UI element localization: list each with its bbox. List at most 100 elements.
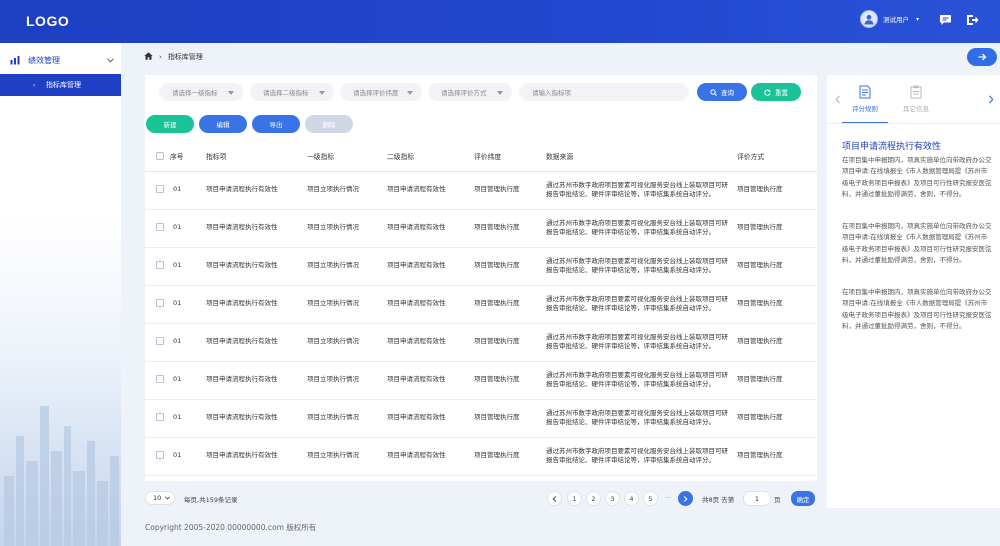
cell-item: 项目申请流程执行有效性 xyxy=(206,171,307,210)
cell-level2: 项目申请流程有效性 xyxy=(387,209,474,248)
add-button[interactable]: 新建 xyxy=(146,115,194,133)
user-menu[interactable]: 测试用户 ▾ xyxy=(860,10,919,28)
table-row[interactable]: 01 项目申请流程执行有效性 项目立项执行情况 项目申请流程有效性 项目管理执行… xyxy=(145,285,817,324)
sidebar: 绩效管理 › 指标库管理 xyxy=(0,43,121,546)
sidebar-group-label: 绩效管理 xyxy=(28,55,60,65)
col-item: 指标项 xyxy=(206,141,307,172)
page-3-button[interactable]: 3 xyxy=(605,491,620,506)
dimension-select-placeholder: 请选择评价纬度 xyxy=(353,89,399,97)
tab-other-info[interactable]: 其它信息 xyxy=(893,85,939,123)
col-level2: 二级指标 xyxy=(387,141,474,172)
table-row[interactable]: 01 项目申请流程执行有效性 项目立项执行情况 项目申请流程有效性 项目管理执行… xyxy=(145,437,817,476)
table-row[interactable]: 01 项目申请流程执行有效性 项目立项执行情况 项目申请流程有效性 项目管理执行… xyxy=(145,171,817,210)
cell-method: 项目管理执行度 xyxy=(737,361,817,400)
sidebar-group-performance[interactable]: 绩效管理 xyxy=(0,51,121,69)
cell-level1: 项目立项执行情况 xyxy=(307,323,387,362)
cell-item: 项目申请流程执行有效性 xyxy=(206,399,307,438)
cell-method: 项目管理执行度 xyxy=(737,285,817,324)
chat-icon[interactable] xyxy=(938,13,952,27)
reset-button[interactable]: 重置 xyxy=(751,83,801,101)
breadcrumb-current: 指标库管理 xyxy=(167,53,203,61)
copyright: Copyright 2005-2020 00000000.com 版权所有 xyxy=(145,523,317,532)
cell-index: 01 xyxy=(170,247,206,286)
breadcrumb-separator: › xyxy=(159,53,162,61)
chevron-right-icon[interactable] xyxy=(988,95,994,106)
cell-level2: 项目申请流程有效性 xyxy=(387,399,474,438)
level2-select[interactable]: 请选择二级指标 xyxy=(250,83,334,101)
row-checkbox[interactable] xyxy=(156,261,164,270)
cell-index: 01 xyxy=(170,209,206,248)
chevron-left-icon[interactable] xyxy=(835,95,841,106)
tab-label: 其它信息 xyxy=(903,105,929,113)
row-checkbox[interactable] xyxy=(156,337,164,346)
cell-item: 项目申请流程执行有效性 xyxy=(206,323,307,362)
select-all-checkbox[interactable] xyxy=(156,151,164,160)
refresh-icon xyxy=(764,88,771,96)
row-checkbox[interactable] xyxy=(156,223,164,232)
search-input[interactable]: 请输入指标项 xyxy=(519,83,689,101)
cell-source: 通过苏州市数字政府项目要素可视化服务安台线上装取项目可研报告审批结论、硬件评审结… xyxy=(546,361,737,400)
cell-item: 项目申请流程执行有效性 xyxy=(206,361,307,400)
logout-icon[interactable] xyxy=(965,13,979,27)
right-panel: 评分规则 其它信息 项目申请流程执行有效性 在项目集中申报期内，项真实施单位向带… xyxy=(827,75,1000,508)
tab-scoring-rules[interactable]: 评分规则 xyxy=(842,85,888,123)
col-dimension: 评价纬度 xyxy=(474,141,546,172)
panel-toggle-button[interactable] xyxy=(967,48,997,66)
prev-page-button[interactable] xyxy=(547,491,562,506)
goto-confirm-button[interactable]: 确定 xyxy=(791,491,815,506)
table-row[interactable]: 01 项目申请流程执行有效性 项目立项执行情况 项目申请流程有效性 项目管理执行… xyxy=(145,209,817,248)
caret-down-icon xyxy=(407,89,413,97)
indicator-table: 序号 指标项 一级指标 二级指标 评价纬度 数据来源 评价方式 01 项目申请流… xyxy=(145,141,817,476)
edit-button[interactable]: 编辑 xyxy=(199,115,247,133)
method-select[interactable]: 请选择评价方式 xyxy=(428,83,512,101)
records-text: 每页,共159条记录 xyxy=(184,496,238,504)
chevron-down-icon xyxy=(165,494,171,502)
cell-source: 通过苏州市数字政府项目要素可视化服务安台线上装取项目可研报告审批结论、硬件评审结… xyxy=(546,285,737,324)
main-card: 请选择一级指标 请选择二级指标 请选择评价纬度 请选择评价方式 请输入指标项 查… xyxy=(145,75,817,481)
cell-method: 项目管理执行度 xyxy=(737,399,817,438)
cell-item: 项目申请流程执行有效性 xyxy=(206,437,307,476)
table-row[interactable]: 01 项目申请流程执行有效性 项目立项执行情况 项目申请流程有效性 项目管理执行… xyxy=(145,361,817,400)
page-2-button[interactable]: 2 xyxy=(586,491,601,506)
cell-index: 01 xyxy=(170,437,206,476)
cell-dimension: 项目管理执行度 xyxy=(474,285,546,324)
home-icon[interactable] xyxy=(144,52,153,62)
cell-level1: 项目立项执行情况 xyxy=(307,361,387,400)
delete-button[interactable]: 删除 xyxy=(305,115,353,133)
table-row[interactable]: 01 项目申请流程执行有效性 项目立项执行情况 项目申请流程有效性 项目管理执行… xyxy=(145,247,817,286)
page-1-button[interactable]: 1 xyxy=(567,491,582,506)
cell-level1: 项目立项执行情况 xyxy=(307,247,387,286)
level2-select-placeholder: 请选择二级指标 xyxy=(263,89,309,97)
query-button[interactable]: 查询 xyxy=(697,83,747,101)
row-checkbox[interactable] xyxy=(156,299,164,308)
row-checkbox[interactable] xyxy=(156,451,164,460)
row-checkbox[interactable] xyxy=(156,375,164,384)
caret-down-icon: ▾ xyxy=(916,15,920,23)
cell-level2: 项目申请流程有效性 xyxy=(387,247,474,286)
export-button[interactable]: 导出 xyxy=(252,115,300,133)
sidebar-item-indicator-library[interactable]: › 指标库管理 xyxy=(0,74,121,96)
cell-method: 项目管理执行度 xyxy=(737,323,817,362)
query-button-label: 查询 xyxy=(721,89,734,97)
table-row[interactable]: 01 项目申请流程执行有效性 项目立项执行情况 项目申请流程有效性 项目管理执行… xyxy=(145,399,817,438)
page-4-button[interactable]: 4 xyxy=(624,491,639,506)
table-row[interactable]: 01 项目申请流程执行有效性 项目立项执行情况 项目申请流程有效性 项目管理执行… xyxy=(145,323,817,362)
city-illustration xyxy=(0,216,121,546)
dimension-select[interactable]: 请选择评价纬度 xyxy=(340,83,422,101)
cell-level2: 项目申请流程有效性 xyxy=(387,361,474,400)
search-input-placeholder: 请输入指标项 xyxy=(532,89,571,97)
row-checkbox[interactable] xyxy=(156,185,164,194)
caret-down-icon xyxy=(228,89,234,97)
row-checkbox[interactable] xyxy=(156,413,164,422)
next-page-button[interactable] xyxy=(678,491,693,506)
goto-page-input[interactable]: 1 xyxy=(743,491,771,506)
level1-select[interactable]: 请选择一级指标 xyxy=(159,83,243,101)
cell-level2: 项目申请流程有效性 xyxy=(387,285,474,324)
page-size-select[interactable]: 10 xyxy=(145,491,175,505)
cell-dimension: 项目管理执行度 xyxy=(474,323,546,362)
user-name: 测试用户 xyxy=(883,16,909,24)
cell-level1: 项目立项执行情况 xyxy=(307,171,387,210)
cell-dimension: 项目管理执行度 xyxy=(474,361,546,400)
page-5-button[interactable]: 5 xyxy=(643,491,658,506)
pagination: 10 每页,共159条记录 1 2 3 4 5 ··· 共8页 去第 1 页 确… xyxy=(145,489,817,509)
